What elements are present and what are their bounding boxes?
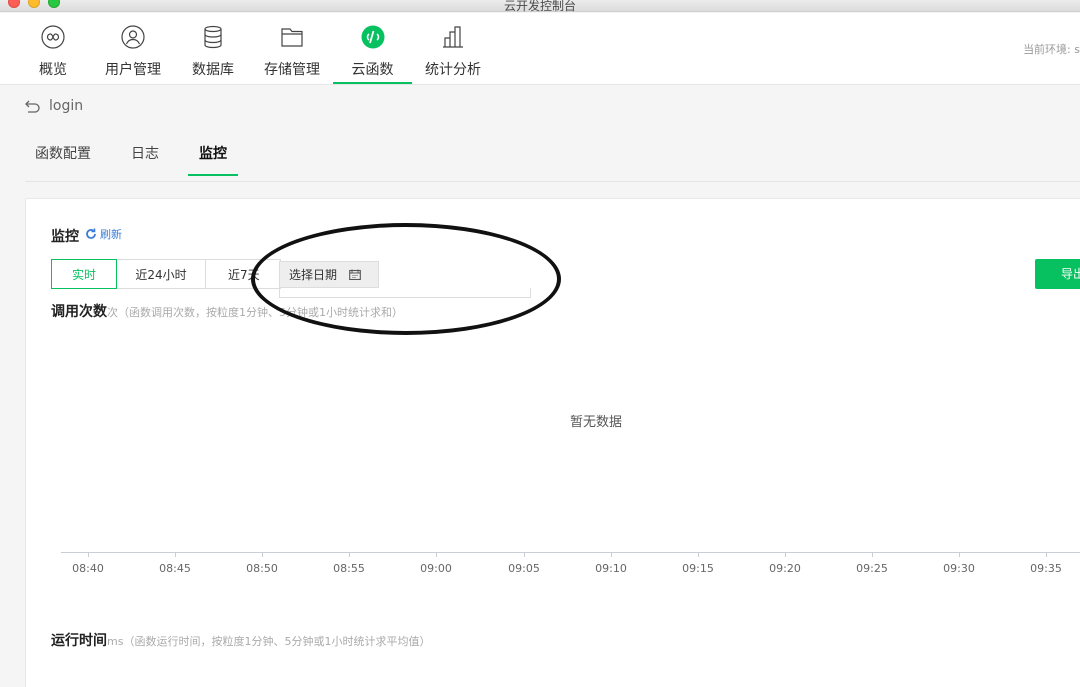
folder-icon xyxy=(281,28,303,47)
monitor-title: 监控 xyxy=(51,229,79,245)
date-dropdown-panel xyxy=(279,288,531,298)
calls-description: 次（函数调用次数，按粒度1分钟、5分钟或1小时统计求和） xyxy=(107,306,403,319)
x-axis-tick-label: 09:05 xyxy=(508,562,540,575)
x-axis-tick-label: 09:30 xyxy=(943,562,975,575)
calls-title: 调用次数 xyxy=(51,304,107,320)
date-picker-label: 选择日期 xyxy=(289,268,338,282)
x-axis-tick-label: 08:50 xyxy=(246,562,278,575)
x-axis-tick xyxy=(698,552,699,557)
back-arrow-icon xyxy=(25,100,40,113)
active-underline xyxy=(333,82,412,84)
nav-label: 云函数 xyxy=(351,62,394,78)
runtime-description: ms（函数运行时间，按粒度1分钟、5分钟或1小时统计求平均值） xyxy=(107,635,431,648)
x-axis-tick-label: 09:20 xyxy=(769,562,801,575)
refresh-label: 刷新 xyxy=(100,228,122,241)
range-realtime[interactable]: 实时 xyxy=(51,259,117,289)
top-nav: 概览 用户管理 数据库 存储管理 云函数 统计分析 当前环境: s xyxy=(0,13,1080,85)
x-axis-tick-label: 08:40 xyxy=(72,562,104,575)
x-axis-tick-label: 09:25 xyxy=(856,562,888,575)
x-axis-tick-label: 09:10 xyxy=(595,562,627,575)
date-picker[interactable]: 选择日期 xyxy=(279,261,379,288)
tab-monitor[interactable]: 监控 xyxy=(188,143,238,176)
x-axis-tick xyxy=(872,552,873,557)
function-name: login xyxy=(49,98,84,114)
x-axis-tick-label: 09:15 xyxy=(682,562,714,575)
nav-label: 概览 xyxy=(39,62,67,78)
nav-item-database[interactable]: 数据库 xyxy=(191,13,235,85)
nav-item-overview[interactable]: 概览 xyxy=(35,13,71,85)
nav-item-analytics[interactable]: 统计分析 xyxy=(424,13,482,85)
back-link[interactable]: login xyxy=(25,98,83,114)
nav-label: 数据库 xyxy=(192,62,234,78)
refresh-button[interactable]: 刷新 xyxy=(85,226,122,242)
range-24h[interactable]: 近24小时 xyxy=(116,259,206,289)
x-axis-tick xyxy=(436,552,437,557)
window-titlebar: 云开发控制台 xyxy=(0,0,1080,13)
x-axis-tick-label: 09:35 xyxy=(1030,562,1062,575)
x-axis-tick xyxy=(1046,552,1047,557)
empty-state-text: 暂无数据 xyxy=(569,415,622,430)
runtime-section-title: 运行时间ms（函数运行时间，按粒度1分钟、5分钟或1小时统计求平均值） xyxy=(51,630,430,650)
range-7d[interactable]: 近7天 xyxy=(205,259,281,289)
x-axis-tick xyxy=(524,552,525,557)
x-axis-tick xyxy=(349,552,350,557)
monitor-card: 监控 刷新 实时 近24小时 近7天 选择日期 导出 调用次数次（函数调用次数，… xyxy=(25,198,1080,687)
x-axis xyxy=(61,552,1080,553)
export-button[interactable]: 导出 xyxy=(1035,259,1080,289)
nav-label: 用户管理 xyxy=(105,62,161,78)
bar-chart-icon xyxy=(443,26,463,48)
x-axis-tick xyxy=(785,552,786,557)
nav-label: 统计分析 xyxy=(425,62,481,78)
x-axis-tick xyxy=(959,552,960,557)
x-axis-tick xyxy=(175,552,176,557)
nav-item-storage[interactable]: 存储管理 xyxy=(263,13,321,85)
refresh-icon xyxy=(86,228,96,239)
x-axis-tick-label: 08:55 xyxy=(333,562,365,575)
x-axis-tick xyxy=(611,552,612,557)
current-environment[interactable]: 当前环境: s xyxy=(1023,41,1080,57)
x-axis-tick xyxy=(88,552,89,557)
x-axis-tick-label: 08:45 xyxy=(159,562,191,575)
tab-logs[interactable]: 日志 xyxy=(131,143,159,175)
window-title: 云开发控制台 xyxy=(503,0,576,13)
nav-label: 存储管理 xyxy=(264,62,320,78)
tab-function-config[interactable]: 函数配置 xyxy=(35,143,91,175)
x-axis-tick-label: 09:00 xyxy=(420,562,452,575)
nav-item-users[interactable]: 用户管理 xyxy=(104,13,162,85)
x-axis-tick xyxy=(262,552,263,557)
runtime-title: 运行时间 xyxy=(51,633,107,649)
function-tabs: 函数配置 日志 监控 xyxy=(25,140,1080,182)
calls-section-title: 调用次数次（函数调用次数，按粒度1分钟、5分钟或1小时统计求和） xyxy=(51,301,403,321)
infinity-icon xyxy=(41,25,65,49)
cloud-function-icon xyxy=(361,25,384,49)
user-icon xyxy=(121,25,145,49)
calendar-icon xyxy=(349,269,361,280)
nav-item-cloud-function[interactable]: 云函数 xyxy=(333,13,412,85)
database-icon xyxy=(204,25,222,49)
